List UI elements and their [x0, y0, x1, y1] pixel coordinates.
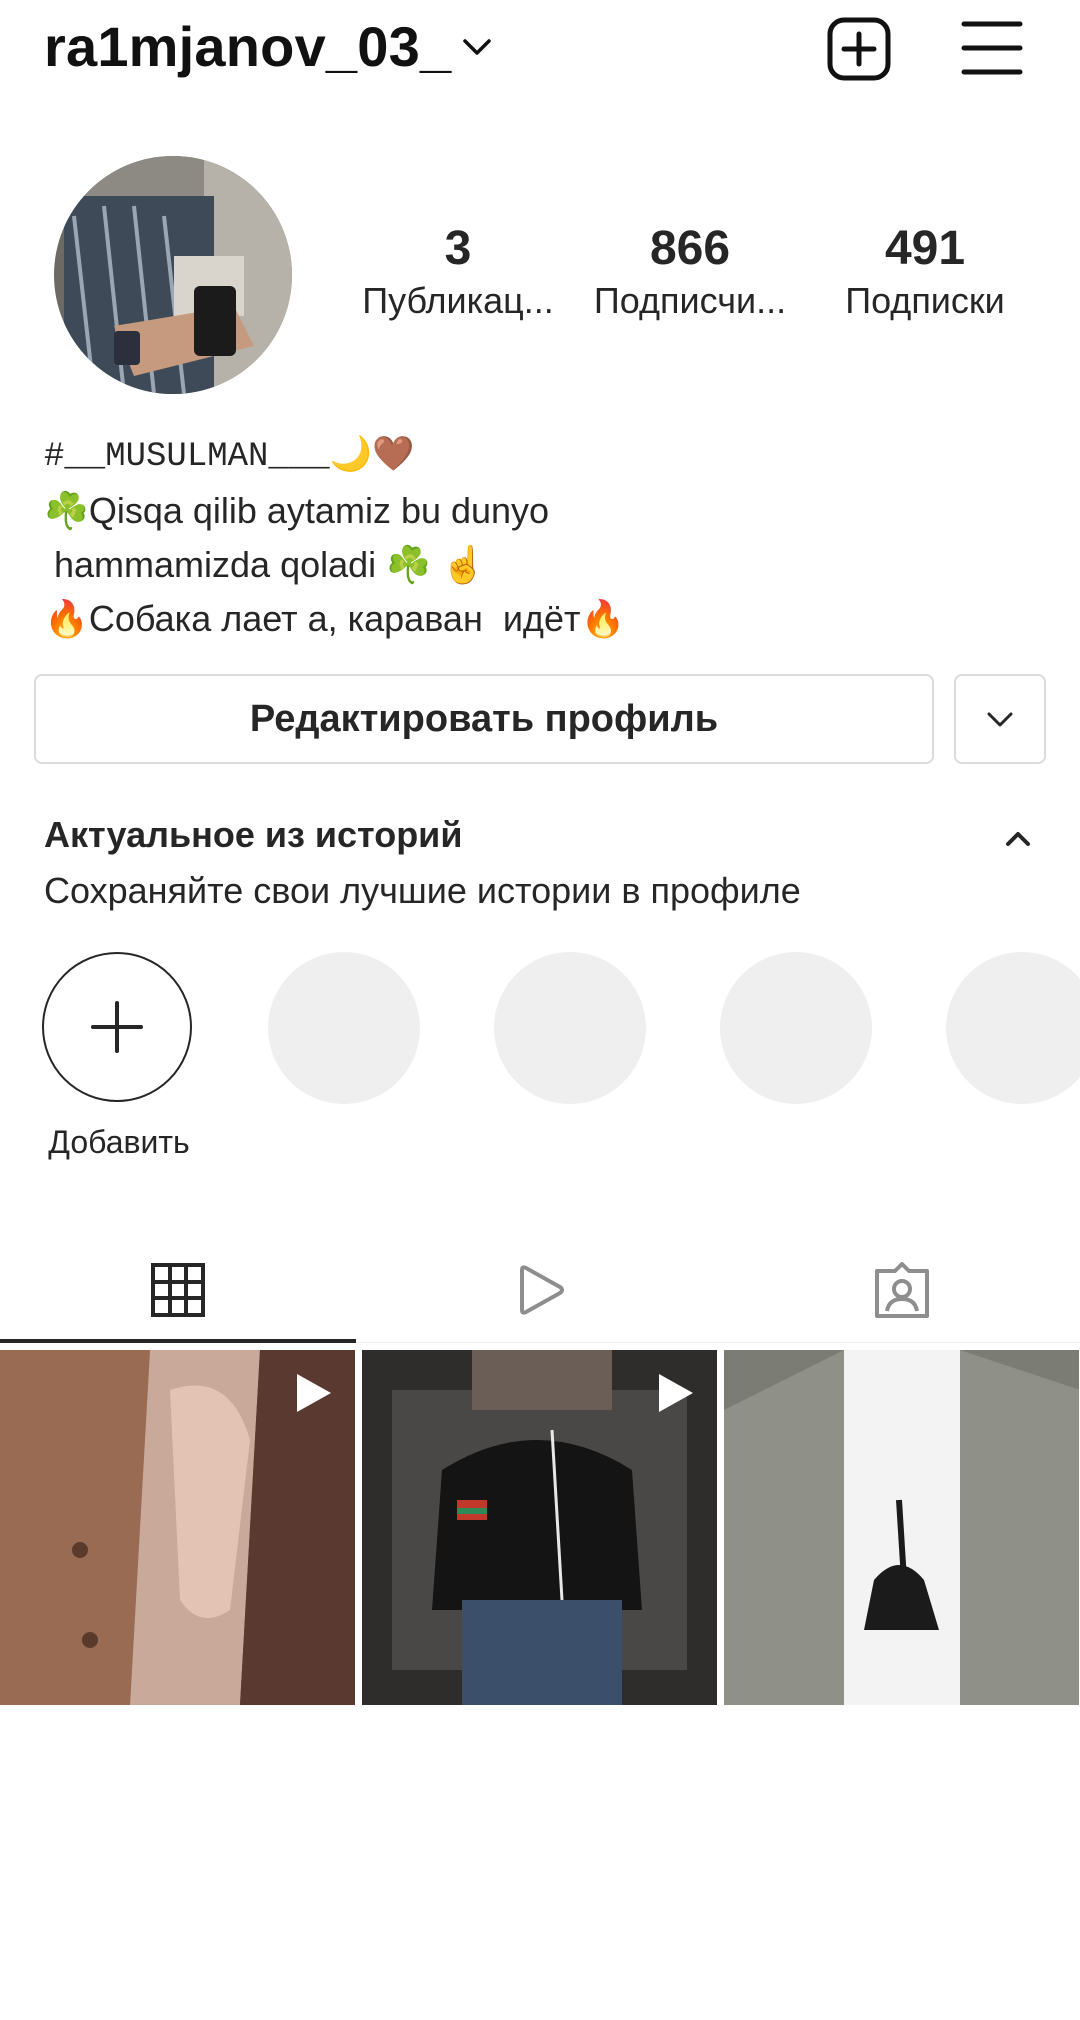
highlights-subtitle: Сохраняйте свои лучшие истории в профиле	[44, 870, 801, 911]
edit-profile-button[interactable]: Редактировать профиль	[34, 674, 934, 764]
highlights-title: Актуальное из историй	[44, 814, 463, 855]
bio-line: hammamizda qoladi ☘️ ☝️	[44, 544, 486, 585]
chevron-down-icon	[987, 712, 1013, 727]
posts-count: 3	[444, 222, 472, 275]
following-label: Подписки	[845, 280, 1005, 321]
following-count: 491	[884, 222, 966, 275]
bio-line: 🔥Собака лает а, караван идёт🔥	[44, 598, 626, 639]
add-highlight-label: Добавить	[48, 1124, 190, 1160]
play-icon	[651, 1370, 697, 1421]
suggestions-toggle-button[interactable]	[954, 674, 1046, 764]
reels-icon	[520, 1265, 564, 1315]
profile-bio: #__MUSULMAN___🌙🤎 ☘️Qisqa qilib aytamiz b…	[44, 430, 1044, 646]
chevron-up-icon[interactable]	[1002, 826, 1034, 855]
post-thumbnail[interactable]	[724, 1350, 1079, 1705]
stat-following[interactable]: 491 Подписки	[820, 220, 1030, 324]
menu-icon[interactable]	[960, 18, 1024, 83]
tab-posts-grid[interactable]	[0, 1240, 356, 1340]
new-post-icon[interactable]	[826, 16, 892, 87]
add-highlight-button[interactable]	[42, 952, 192, 1102]
chevron-down-icon[interactable]	[460, 30, 494, 69]
play-icon	[289, 1370, 335, 1421]
post-thumbnail[interactable]	[0, 1350, 355, 1705]
profile-username[interactable]: ra1mjanov_03_	[44, 14, 451, 79]
highlight-placeholder	[946, 952, 1080, 1104]
tab-tagged[interactable]	[724, 1240, 1080, 1340]
bio-line: #__MUSULMAN___🌙🤎	[44, 438, 415, 476]
stat-followers[interactable]: 866 Подписчи...	[585, 220, 795, 324]
post-thumbnail[interactable]	[362, 1350, 717, 1705]
followers-label: Подписчи...	[593, 280, 787, 321]
tab-reels[interactable]	[362, 1240, 718, 1340]
grid-icon	[151, 1263, 205, 1317]
stat-posts[interactable]: 3 Публикац...	[353, 220, 563, 324]
tagged-icon	[875, 1262, 929, 1318]
highlight-placeholder	[494, 952, 646, 1104]
active-tab-indicator	[0, 1339, 356, 1343]
highlight-placeholder	[720, 952, 872, 1104]
highlight-placeholder	[268, 952, 420, 1104]
followers-count: 866	[649, 222, 731, 275]
profile-avatar[interactable]	[54, 156, 292, 394]
posts-label: Публикац...	[362, 280, 554, 321]
plus-icon	[91, 1001, 143, 1053]
bio-line: ☘️Qisqa qilib aytamiz bu dunyo	[44, 490, 550, 531]
